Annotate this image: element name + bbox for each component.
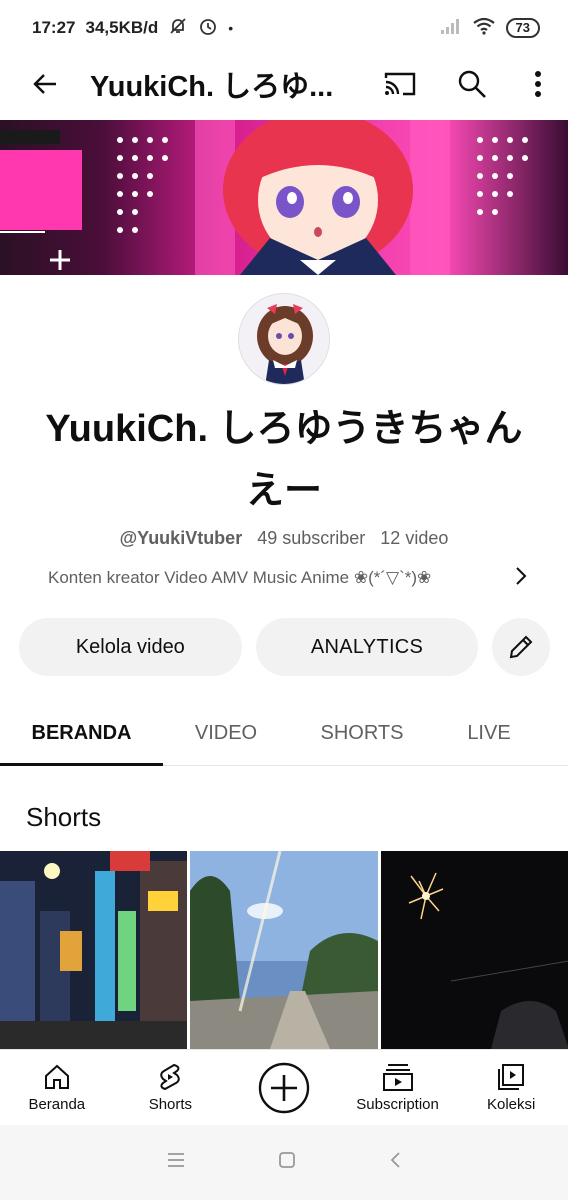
arrow-back-icon [33,74,56,94]
menu-icon [168,1153,184,1167]
tab-shorts[interactable]: SHORTS [289,700,435,766]
channel-meta: @YuukiVtuber 49 subscriber 12 video [0,528,568,549]
bottom-navigation: Beranda Shorts Subscription Koleksi [0,1049,568,1125]
channel-actions: Kelola video ANALYTICS [19,618,550,676]
library-icon [498,1064,525,1090]
battery-indicator: 73 [505,18,540,38]
subscriptions-icon [382,1064,413,1091]
subscriber-count: 49 subscriber [257,528,366,548]
chevron-right-icon [514,565,528,592]
nav-shorts[interactable]: Shorts [114,1050,228,1125]
status-time: 17:27 [32,18,76,37]
nav-shorts-label: Shorts [148,1096,193,1113]
short-thumbnail[interactable] [190,851,378,1049]
app-bar: YuukiCh. しろゆ... [0,56,568,112]
cast-icon [384,72,416,96]
channel-tabs: BERANDA VIDEO SHORTS LIVE [0,700,568,766]
nav-subscriptions[interactable]: Subscription [341,1050,455,1125]
nav-create-button[interactable] [227,1050,341,1125]
cast-button[interactable] [364,56,436,112]
nav-library[interactable]: Koleksi [454,1050,568,1125]
tab-beranda[interactable]: BERANDA [0,700,163,766]
shorts-section-title: Shorts [26,802,102,832]
channel-banner [0,120,568,275]
system-navigation-bar [0,1125,568,1200]
channel-description[interactable]: Konten kreator Video AMV Music Anime ❀(*… [48,565,528,591]
channel-handle: @YuukiVtuber [119,528,243,548]
tab-live[interactable]: LIVE [435,700,543,766]
app-bar-title: YuukiCh. しろゆ... [90,71,334,103]
shorts-shelf [0,851,568,1049]
status-bar: 17:27 34,5KB/d • 73 [0,0,568,56]
chevron-left-icon [390,1152,400,1168]
tab-video[interactable]: VIDEO [163,700,289,766]
nav-home-label: Beranda [28,1096,86,1113]
recents-button[interactable] [166,1152,186,1173]
more-vert-icon [535,71,541,97]
shorts-icon [160,1063,181,1091]
network-speed: 34,5KB/d [85,18,159,37]
channel-name: YuukiCh. しろゆうきちゃん えー [45,408,523,512]
notifications-off-icon [168,16,188,41]
more-options-button[interactable] [508,56,568,112]
edit-channel-button[interactable] [492,618,550,676]
back-button[interactable] [0,56,90,112]
square-icon [279,1152,295,1168]
add-icon [258,1062,310,1113]
nav-library-label: Koleksi [486,1096,536,1113]
short-thumbnail[interactable] [380,851,568,1049]
search-icon [458,70,486,98]
search-button[interactable] [436,56,508,112]
wifi-icon [472,17,496,40]
alarm-icon [198,16,218,41]
dot-icon: • [228,20,234,36]
nav-subscriptions-label: Subscription [356,1096,439,1113]
back-system-button[interactable] [388,1151,402,1174]
active-tab-indicator [0,763,163,766]
nav-home[interactable]: Beranda [0,1050,114,1125]
analytics-button[interactable]: ANALYTICS [255,618,479,676]
short-thumbnail[interactable] [0,851,188,1049]
home-system-button[interactable] [278,1151,296,1174]
channel-description-text: Konten kreator Video AMV Music Anime ❀(*… [48,568,432,587]
video-count: 12 video [380,528,449,548]
home-icon [44,1064,69,1089]
pencil-icon [509,635,533,659]
manage-videos-button[interactable]: Kelola video [19,618,242,676]
channel-avatar[interactable] [238,293,330,385]
signal-icon [440,17,462,40]
